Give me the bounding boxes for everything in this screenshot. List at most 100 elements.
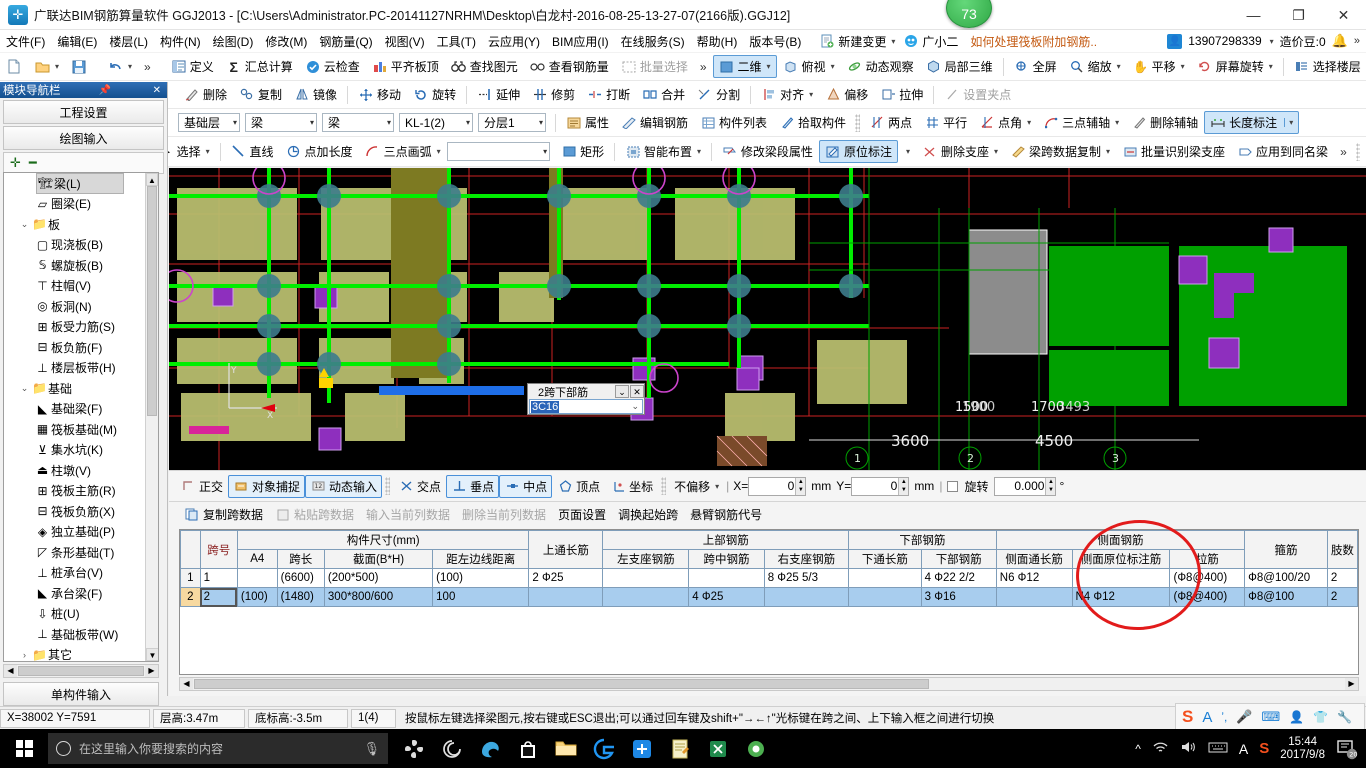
offset-mode-selector[interactable]: 不偏移 ▾ (669, 475, 724, 498)
rotate-spinner[interactable]: ▲ ▼ (1045, 477, 1056, 495)
trim-button[interactable]: 修剪 (526, 83, 581, 106)
draw-mode-selector[interactable]: ▾ (446, 142, 551, 161)
microphone-icon[interactable]: 🎙 (363, 741, 380, 757)
table-row[interactable]: 1 1 (6600) (200*500) (100) 2 Ф25 8 Ф25 5… (180, 568, 1358, 588)
menu-component[interactable]: 构件(N) (154, 31, 207, 52)
toolbar4-overflow[interactable]: » (1334, 145, 1353, 159)
component-list-button[interactable]: 构件列表 (694, 111, 773, 134)
coordinate-snap-toggle[interactable]: 坐标 (605, 475, 658, 498)
user-icon[interactable]: 👤 (1289, 710, 1304, 724)
cell-left-support-rebar[interactable] (602, 587, 690, 607)
mirror-button[interactable]: 镜像 (288, 83, 343, 106)
score-badge[interactable]: 73 (946, 0, 992, 28)
new-change-button[interactable]: 新建变更 ▾ (815, 32, 899, 51)
tree-group-foundation[interactable]: ⌄ 📁 基础 (4, 378, 158, 399)
fullscreen-button[interactable]: 全屏 (1008, 55, 1063, 78)
tree-item-found-band[interactable]: ⊥ 基础板带(W) (4, 624, 158, 645)
extend-button[interactable]: 延伸 (471, 83, 526, 106)
sogou-ime-bar[interactable]: S A ʼ, 🎤 ⌨ 👤 👕 🔧 (1175, 703, 1365, 731)
copy-button[interactable]: 复制 (233, 83, 288, 106)
tree-item-ring-beam[interactable]: ▱ 圈梁(E) (4, 194, 158, 215)
header-bottom-rebar[interactable]: 下部钢筋 (920, 549, 997, 569)
rotate-button[interactable]: 旋转 (407, 83, 462, 106)
tree-item-strip-foundation[interactable]: ◸ 条形基础(T) (4, 542, 158, 563)
scroll-right-icon[interactable]: ▶ (145, 665, 158, 677)
pick-component-button[interactable]: 拾取构件 (773, 111, 852, 134)
menu-tools[interactable]: 工具(T) (431, 31, 482, 52)
screen-rotate-button[interactable]: 屏幕旋转 ▾ (1191, 55, 1279, 78)
length-dimension-button[interactable]: 长度标注 ▾ (1204, 111, 1300, 134)
cloud-check-button[interactable]: 云检查 (299, 55, 366, 78)
row-number[interactable]: 1 (180, 568, 201, 588)
close-button[interactable]: ✕ (1321, 0, 1366, 30)
batch-identify-support-button[interactable]: 批量识别梁支座 (1116, 140, 1231, 163)
dynamic-input-toggle[interactable]: 12 动态输入 (305, 474, 383, 498)
speaker-icon[interactable] (1180, 740, 1197, 757)
view-rebar-qty-button[interactable]: 查看钢筋量 (524, 55, 615, 78)
cortana-pinwheel-icon[interactable] (402, 737, 426, 761)
cell-side-through-rebar[interactable] (995, 587, 1073, 607)
tree-item-raft-neg-rebar[interactable]: ⊟ 筏板负筋(X) (4, 501, 158, 522)
ime-mode-icon[interactable]: A (1202, 709, 1212, 726)
cell-right-support-rebar[interactable]: 8 Ф25 5/3 (763, 568, 850, 588)
rotate-input[interactable]: 0.000 ▲ ▼ (994, 476, 1057, 496)
y-coordinate-input[interactable]: 0 ▲ ▼ (851, 476, 910, 496)
local-3d-button[interactable]: 局部三维 (920, 55, 999, 78)
point-length-button[interactable]: 点加长度 (280, 140, 359, 163)
notification-icon[interactable]: 20 (1336, 738, 1358, 760)
cell-tie-rebar[interactable]: (Ф8@400) (1169, 587, 1246, 607)
header-top-through-rebar[interactable]: 上通长筋 (528, 530, 604, 569)
in-situ-label-button[interactable]: 原位标注 (818, 140, 898, 163)
cell-bottom-through-rebar[interactable] (848, 568, 922, 588)
header-tie-rebar[interactable]: 拉筋 (1169, 549, 1246, 569)
keyboard-icon[interactable] (1208, 741, 1228, 757)
category-selector[interactable]: 梁 ▾ (245, 113, 317, 132)
scroll-right-icon[interactable]: ▶ (1345, 678, 1358, 690)
smart-layout-button[interactable]: 智能布置 ▾ (619, 140, 707, 163)
assistant-button[interactable]: 广小二 (899, 32, 962, 51)
header-a4[interactable]: A4 (236, 549, 278, 569)
split-button[interactable]: 分割 (691, 83, 746, 106)
perpendicular-snap-toggle[interactable]: 垂点 (446, 474, 500, 498)
input-current-column-button[interactable]: 输入当前列数据 (361, 504, 455, 525)
tree-item-slab-hole[interactable]: ◎ 板洞(N) (4, 296, 158, 317)
windows-start-icon[interactable] (0, 729, 48, 768)
tree-item-floor-band[interactable]: ⊥ 楼层板带(H) (4, 358, 158, 379)
header-right-support-rebar[interactable]: 右支座钢筋 (763, 549, 850, 569)
align-button[interactable]: 对齐 ▾ (755, 83, 819, 106)
scrollbar-thumb[interactable] (194, 679, 929, 689)
x-coordinate-input[interactable]: 0 ▲ ▼ (748, 476, 807, 496)
pin-icon[interactable]: 📌 (96, 85, 114, 96)
menu-overflow-icon[interactable]: » (1354, 35, 1360, 47)
tree-item-sump[interactable]: ⊻ 集水坑(K) (4, 440, 158, 461)
edge-browser-icon[interactable] (478, 737, 502, 761)
remove-icon[interactable]: ━ (29, 155, 37, 171)
tree-item-slab-rebar[interactable]: ⊞ 板受力筋(S) (4, 317, 158, 338)
row-number[interactable]: 2 (180, 587, 201, 607)
undo-button[interactable]: ▾ (101, 56, 138, 78)
component-selector[interactable]: KL-1(2) ▾ (399, 113, 473, 132)
properties-button[interactable]: 属性 (560, 111, 615, 134)
table-horizontal-scrollbar[interactable]: ◀ ▶ (179, 677, 1359, 691)
break-button[interactable]: 打断 (581, 83, 636, 106)
menu-online-service[interactable]: 在线服务(S) (615, 31, 691, 52)
menu-file[interactable]: 文件(F) (0, 31, 51, 52)
close-icon[interactable]: ✕ (150, 85, 164, 96)
scrollbar-thumb[interactable] (147, 186, 157, 416)
menu-view[interactable]: 视图(V) (379, 31, 431, 52)
header-side-through-rebar[interactable]: 侧面通长筋 (995, 549, 1073, 569)
tree-group-other[interactable]: › 📁 其它 (4, 645, 158, 661)
summary-calc-button[interactable]: Σ 汇总计算 (220, 55, 299, 78)
two-point-axis-button[interactable]: 两点 (863, 111, 918, 134)
menu-draw[interactable]: 绘图(D) (207, 31, 260, 52)
menu-version[interactable]: 版本号(B) (743, 31, 807, 52)
header-dist-left-edge[interactable]: 距左边线距离 (432, 549, 530, 569)
promo-link[interactable]: 如何处理筏板附加钢筋.. (962, 33, 1105, 50)
cell-a4[interactable]: (100) (236, 587, 278, 607)
microphone-icon[interactable]: 🎤 (1236, 709, 1252, 725)
cell-section-bh[interactable]: 300*800/600 (323, 587, 434, 607)
punctuation-icon[interactable]: ʼ, (1221, 710, 1227, 724)
chevron-down-icon[interactable]: ⌄ (18, 219, 31, 230)
cell-leg-count[interactable]: 2 (1326, 568, 1358, 588)
modify-beam-segment-button[interactable]: 修改梁段属性 (716, 140, 819, 163)
